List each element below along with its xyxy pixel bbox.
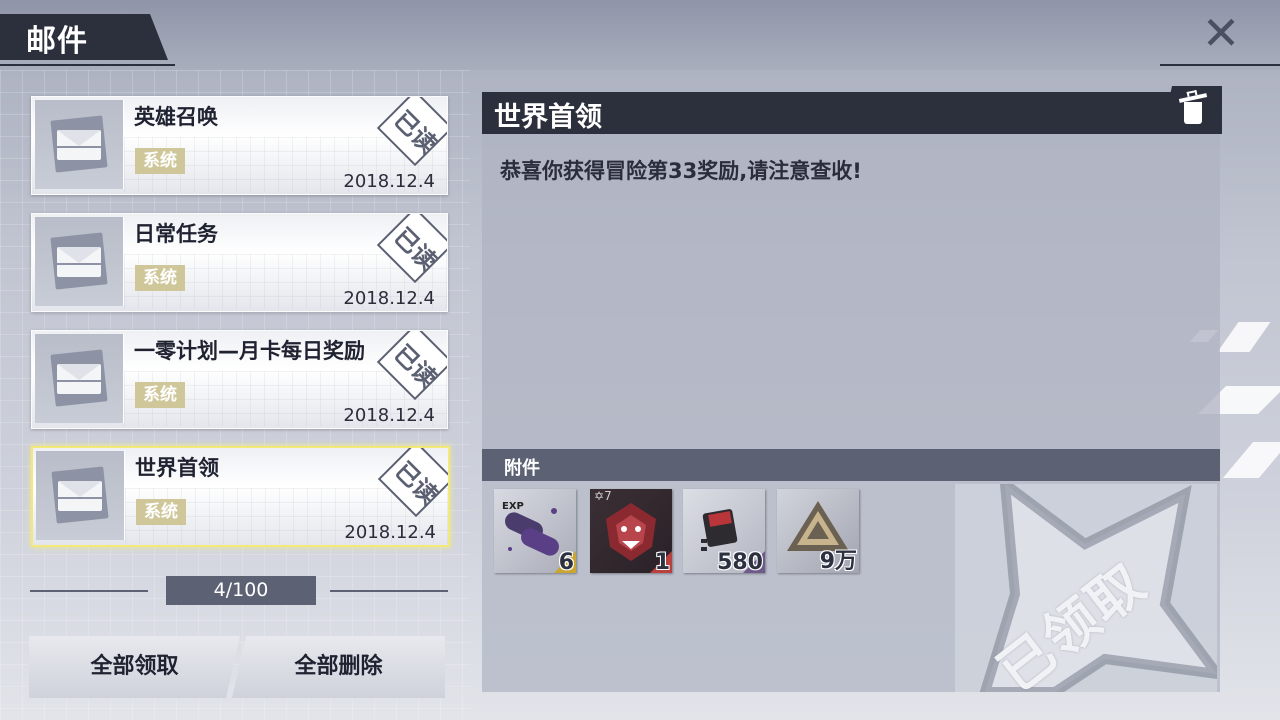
mail-tag: 系统	[136, 499, 186, 525]
divider	[30, 590, 148, 592]
envelope-icon	[57, 130, 101, 160]
mail-tag: 系统	[135, 148, 185, 174]
mail-icon-frame	[36, 451, 125, 540]
divider	[0, 64, 175, 66]
detail-title: 世界首领	[494, 102, 602, 133]
mail-item[interactable]: 一零计划—月卡每日奖励 系统 2018.12.4 已读	[31, 330, 448, 429]
background-top	[0, 0, 1280, 70]
mail-date: 2018.12.4	[344, 522, 436, 543]
envelope-icon	[57, 247, 101, 277]
mail-subject: 世界首领	[135, 456, 219, 480]
mail-date: 2018.12.4	[343, 171, 435, 192]
attachment-count: 9万	[819, 549, 857, 574]
mail-subject: 英雄召唤	[134, 105, 218, 129]
mail-tag: 系统	[135, 265, 185, 291]
mail-icon-frame	[35, 217, 124, 306]
attachments-label: 附件	[504, 458, 540, 479]
page-title: 邮件	[26, 24, 88, 59]
envelope-icon	[57, 364, 101, 394]
read-badge: 已读	[376, 97, 447, 167]
claimed-stamp: 已领取	[955, 484, 1217, 692]
mail-item[interactable]: 日常任务 系统 2018.12.4 已读	[31, 213, 448, 312]
mail-item-selected[interactable]: 世界首领 系统 2018.12.4 已读	[31, 446, 450, 547]
read-badge: 已读	[376, 331, 447, 401]
divider	[1160, 64, 1280, 66]
mail-subject: 一零计划—月卡每日奖励	[134, 339, 365, 363]
delete-mail-button[interactable]	[1162, 86, 1222, 134]
mail-item[interactable]: 英雄召唤 系统 2018.12.4 已读	[31, 96, 448, 195]
delete-all-button[interactable]: 全部删除	[232, 636, 445, 698]
mail-body-text: 恭喜你获得冒险第33奖励,请注意查收!	[500, 159, 862, 183]
close-button[interactable]: ✕	[1196, 6, 1246, 60]
mail-icon-frame	[35, 100, 124, 189]
attachments-bar	[482, 449, 1220, 481]
attachment-item[interactable]: ✡7 1	[590, 489, 672, 575]
decor-shard	[1222, 442, 1280, 478]
star-rank: ✡7	[594, 489, 612, 503]
read-badge: 已读	[376, 214, 447, 284]
envelope-icon	[58, 481, 102, 511]
attachment-count: 580	[717, 550, 763, 575]
mail-icon-frame	[35, 334, 124, 423]
attachment-item[interactable]: 580	[683, 489, 765, 575]
attachment-item[interactable]: 9万	[777, 489, 859, 574]
mail-tag: 系统	[135, 382, 185, 408]
decor-shard	[1217, 322, 1271, 352]
mail-date: 2018.12.4	[343, 405, 435, 426]
read-badge: 已读	[377, 448, 448, 518]
attachment-count: 1	[654, 550, 670, 575]
claim-all-button[interactable]: 全部领取	[29, 636, 240, 698]
page-counter: 4/100	[166, 576, 316, 605]
mail-subject: 日常任务	[134, 222, 218, 246]
mail-date: 2018.12.4	[343, 288, 435, 309]
attachment-count: 6	[558, 550, 574, 575]
close-icon: ✕	[1201, 6, 1241, 60]
divider	[330, 590, 448, 592]
attachment-item[interactable]: EXP 6	[494, 489, 576, 575]
